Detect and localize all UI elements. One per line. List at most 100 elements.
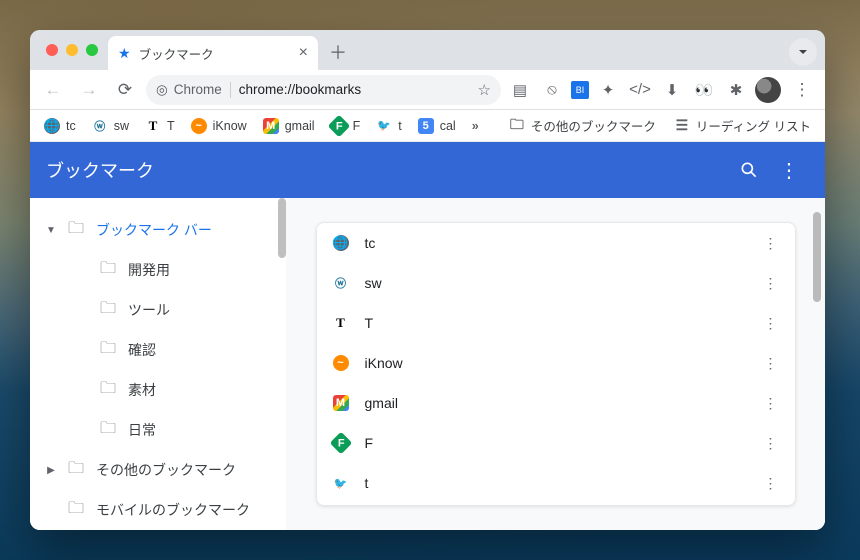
bookmark-list-panel: 🌐tc⋮ⓦsw⋮TT⋮~iKnow⋮Mgmail⋮FF⋮🐦t⋮5cal⋮ (286, 198, 825, 530)
chevron-right-icon[interactable]: ▶ (42, 465, 60, 476)
bookmark-list: 🌐tc⋮ⓦsw⋮TT⋮~iKnow⋮Mgmail⋮FF⋮🐦t⋮5cal⋮ (316, 222, 796, 506)
tree-item[interactable]: 🗀日常 (30, 410, 286, 450)
wp-icon: ⓦ (92, 118, 108, 134)
row-menu-button[interactable]: ⋮ (755, 267, 787, 299)
reading-list-button[interactable]: ☰ リーディング リスト (666, 112, 819, 139)
bookmark-bar-item[interactable]: Mgmail (255, 114, 323, 138)
T-icon: T (333, 315, 349, 331)
extension-icon[interactable]: ⦸ (539, 77, 565, 103)
folder-icon: 🗀 (68, 217, 88, 244)
bookmark-label: iKnow (213, 119, 247, 133)
bookmark-row[interactable]: ⓦsw⋮ (317, 263, 795, 303)
bookmark-label: T (167, 119, 175, 133)
bookmark-row[interactable]: TT ⋮ (317, 303, 795, 343)
search-button[interactable] (729, 150, 769, 190)
bookmark-label: gmail (285, 119, 315, 133)
tab-search-button[interactable] (789, 38, 817, 66)
scrollbar-thumb[interactable] (813, 212, 821, 302)
bookmark-bar-item[interactable]: FF (323, 114, 369, 138)
extensions-button[interactable]: ✱ (723, 77, 749, 103)
row-menu-button[interactable]: ⋮ (755, 387, 787, 419)
bookmarks-overflow-button[interactable]: » (466, 119, 485, 133)
tree-item-other-bookmarks[interactable]: ▶ 🗀 その他のブックマーク (30, 450, 286, 490)
extension-icon[interactable]: ⬇ (659, 77, 685, 103)
extension-icon[interactable]: ▤ (507, 77, 533, 103)
bookmark-label: t (398, 119, 401, 133)
zoom-window-button[interactable] (86, 44, 98, 56)
bookmark-row[interactable]: 5cal⋮ (317, 503, 795, 506)
extension-icon[interactable]: ✦ (595, 77, 621, 103)
tree-item[interactable]: 🗀 素材 (30, 370, 286, 410)
tree-item[interactable]: 🗀開発用 (30, 250, 286, 290)
bookmark-bar-item[interactable]: 🐦t (368, 114, 409, 138)
tree-label: モバイルのブックマーク (96, 500, 250, 520)
tree-item[interactable]: 🗀ツール (30, 290, 286, 330)
url-text: chrome://bookmarks (239, 82, 470, 97)
list-icon: ☰ (674, 118, 690, 134)
extension-icon[interactable]: </> (627, 77, 653, 103)
tree-item[interactable]: 🗀確認 (30, 330, 286, 370)
bookmark-row[interactable]: FF ⋮ (317, 423, 795, 463)
cal-icon: 5 (418, 118, 434, 134)
tree-label: ツール (128, 300, 170, 320)
tw-icon: 🐦 (333, 475, 349, 491)
tree-label: 日常 (128, 420, 156, 440)
row-menu-button[interactable]: ⋮ (755, 427, 787, 459)
bookmark-title: F (365, 435, 374, 451)
bookmark-bar-item[interactable]: TT (137, 114, 183, 138)
new-tab-button[interactable]: ＋ (324, 38, 352, 66)
tree-label: 開発用 (128, 260, 170, 280)
ik-icon: ~ (333, 355, 349, 371)
chevron-down-icon[interactable]: ▼ (42, 225, 60, 236)
tree-item-bookmark-bar[interactable]: ▼ 🗀 ブックマーク バー (30, 210, 286, 250)
bookmark-row[interactable]: 🌐tc⋮ (317, 223, 795, 263)
F-icon: F (329, 432, 352, 455)
other-bookmarks-folder[interactable]: 🗀 その他のブックマーク (501, 112, 664, 139)
row-menu-button[interactable]: ⋮ (755, 347, 787, 379)
bookmark-title: tc (365, 235, 376, 251)
forward-button[interactable]: → (74, 75, 104, 105)
bookmark-label: F (353, 119, 361, 133)
other-bookmarks-label: その他のブックマーク (531, 116, 656, 135)
bookmark-row[interactable]: Mgmail⋮ (317, 383, 795, 423)
bookmark-row[interactable]: 🐦 t ⋮ (317, 463, 795, 503)
row-menu-button[interactable]: ⋮ (755, 467, 787, 499)
scrollbar-thumb[interactable] (278, 198, 286, 258)
row-menu-button[interactable]: ⋮ (755, 227, 787, 259)
tree-item-mobile-bookmarks[interactable]: 🗀 モバイルのブックマーク (30, 490, 286, 530)
tree-label: その他のブックマーク (96, 460, 236, 480)
address-bar[interactable]: ◎ Chrome chrome://bookmarks ☆ (146, 75, 501, 105)
more-menu-button[interactable]: ⋮ (769, 150, 809, 190)
folder-icon: 🗀 (100, 337, 120, 364)
bookmark-bar-item[interactable]: 5 cal (410, 114, 464, 138)
F-icon: F (327, 114, 350, 137)
row-menu-button[interactable]: ⋮ (755, 307, 787, 339)
close-window-button[interactable] (46, 44, 58, 56)
menu-button[interactable]: ⋮ (787, 75, 817, 105)
tree-label: 素材 (128, 380, 156, 400)
back-button[interactable]: ← (38, 75, 68, 105)
site-chip[interactable]: ◎ Chrome (156, 82, 231, 98)
bookmark-bar-item[interactable]: 🌐tc (36, 114, 84, 138)
extension-icon[interactable]: 👀 (691, 77, 717, 103)
gm-icon: M (333, 395, 349, 411)
bookmark-row[interactable]: ~iKnow⋮ (317, 343, 795, 383)
folder-icon: 🗀 (100, 377, 120, 404)
bookmark-label: cal (440, 119, 456, 133)
extension-icon[interactable]: BI (571, 81, 589, 99)
ik-icon: ~ (191, 118, 207, 134)
bookmark-title: T (365, 315, 374, 331)
browser-tab[interactable]: ★ ブックマーク × (108, 36, 318, 70)
bookmark-bar-item[interactable]: ~ iKnow (183, 114, 255, 138)
bookmark-star-button[interactable]: ☆ (478, 81, 491, 99)
close-tab-button[interactable]: × (299, 44, 308, 62)
bookmark-bar-item[interactable]: ⓦsw (84, 114, 137, 138)
bookmark-title: t (365, 475, 369, 491)
gm-icon: M (263, 118, 279, 134)
profile-avatar[interactable] (755, 77, 781, 103)
toolbar: ← → ⟳ ◎ Chrome chrome://bookmarks ☆ ▤ ⦸ … (30, 70, 825, 110)
bookmark-label: tc (66, 119, 76, 133)
reload-button[interactable]: ⟳ (110, 75, 140, 105)
minimize-window-button[interactable] (66, 44, 78, 56)
folder-icon: 🗀 (509, 118, 525, 134)
